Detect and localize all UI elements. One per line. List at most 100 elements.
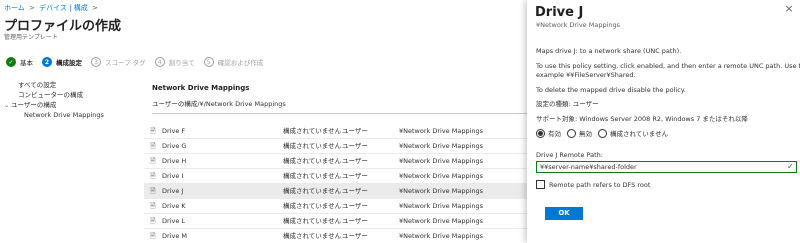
table-row[interactable]: 🗎 Drive H 構成されていません ユーザー ¥Network Drive Mapp… — [144, 154, 527, 169]
table-row[interactable]: 🗎 Drive F 構成されていません ユーザー ¥Network Drive Mapp… — [144, 124, 527, 139]
setting-path: ¥Network Drive Mappings — [399, 187, 484, 195]
step-configuration[interactable]: 2 構成設定 — [42, 57, 82, 67]
settings-tree: すべての設定 コンピューターの構成 ⌄ ユーザーの構成 Network Drive… — [4, 80, 104, 120]
setting-scope: ユーザー — [342, 127, 368, 135]
step-complete-icon: ✓ — [6, 57, 16, 67]
setting-scope: ユーザー — [342, 232, 368, 240]
table-row[interactable]: 🗎 Drive J 構成されていません ユーザー ¥Network Drive Mapp… — [144, 184, 527, 199]
supported-on: サポート対象: Windows Server 2008 R2, Windows … — [536, 115, 748, 123]
step-label: 構成設定 — [56, 59, 82, 67]
table-row[interactable]: 🗎 Drive M 構成されていません ユーザー ¥Network Drive Mapp… — [144, 229, 527, 243]
step-basics[interactable]: ✓ 基本 — [6, 57, 33, 67]
step-assignments[interactable]: 4 割り当て — [154, 57, 195, 67]
document-icon: 🗎 — [150, 142, 156, 150]
setting-state: 構成されていません — [283, 172, 342, 180]
tree-item-network-drive[interactable]: Network Drive Mappings — [4, 110, 104, 120]
radio-label: 構成されていません — [610, 130, 669, 138]
pane-description: To use this policy setting, click enable… — [536, 62, 800, 70]
page-subtitle: 管理用テンプレート — [4, 34, 58, 41]
setting-name: Drive K — [162, 202, 186, 210]
setting-name: Drive G — [162, 142, 187, 150]
document-icon: 🗎 — [150, 127, 156, 135]
radio-enabled[interactable]: 有効 — [536, 128, 561, 138]
checkmark-icon: ✓ — [787, 162, 794, 171]
radio-label: 有効 — [548, 130, 561, 138]
section-title: Network Drive Mappings — [152, 84, 250, 92]
pane-subtitle: ¥Network Drive Mappings — [536, 21, 621, 29]
step-label: スコープ タグ — [105, 59, 146, 67]
breadcrumb-home[interactable]: ホーム — [4, 4, 25, 12]
setting-state: 構成されていません — [283, 217, 342, 225]
step-number: 4 — [154, 57, 165, 67]
tree-item-user-config[interactable]: ⌄ ユーザーの構成 — [4, 100, 104, 110]
setting-state: 構成されていません — [283, 157, 342, 165]
radio-disabled[interactable]: 無効 — [567, 128, 592, 138]
remote-path-label: Drive J Remote Path: — [536, 151, 603, 159]
setting-state: 構成されていません — [283, 127, 342, 135]
setting-state: 構成されていません — [283, 142, 342, 150]
document-icon: 🗎 — [150, 187, 156, 195]
table-row[interactable]: 🗎 Drive G 構成されていません ユーザー ¥Network Drive Mapp… — [144, 139, 527, 154]
setting-path: ¥Network Drive Mappings — [399, 127, 484, 135]
pane-description: Maps drive J: to a network share (UNC pa… — [536, 47, 682, 55]
step-review-create[interactable]: 5 確認および作成 — [203, 57, 264, 67]
setting-type: 設定の種類: ユーザー — [536, 100, 599, 108]
setting-name: Drive I — [162, 172, 184, 180]
step-number: 3 — [91, 57, 101, 67]
breadcrumb-devices[interactable]: デバイス | 構成 — [39, 4, 88, 12]
setting-name: Drive H — [162, 157, 187, 165]
breadcrumb: ホーム > デバイス | 構成 > — [4, 3, 100, 13]
setting-name: Drive J — [162, 187, 184, 195]
radio-unselected-icon[interactable] — [567, 128, 576, 138]
tree-item-all-settings[interactable]: すべての設定 — [4, 80, 104, 90]
section-path: ユーザーの構成/¥/Network Drive Mappings — [152, 100, 286, 108]
table-row[interactable]: 🗎 Drive K 構成されていません ユーザー ¥Network Drive Mapp… — [144, 199, 527, 214]
state-radio-group: 有効 無効 構成されていません — [536, 128, 674, 138]
setting-path: ¥Network Drive Mappings — [399, 142, 484, 150]
document-icon: 🗎 — [150, 202, 156, 210]
step-label: 割り当て — [168, 59, 195, 67]
setting-scope: ユーザー — [342, 217, 368, 225]
pane-description: example ¥¥FileServer¥Shared. — [536, 71, 636, 79]
setting-scope: ユーザー — [342, 142, 368, 150]
step-label: 基本 — [20, 59, 33, 67]
dfs-root-option[interactable]: Remote path refers to DFS root — [536, 180, 650, 189]
document-icon: 🗎 — [150, 217, 156, 225]
setting-path: ¥Network Drive Mappings — [399, 157, 484, 165]
setting-detail-pane: Drive J ¥Network Drive Mappings × Maps d… — [527, 0, 800, 243]
setting-name: Drive L — [162, 217, 186, 225]
document-icon: 🗎 — [150, 232, 156, 240]
step-scope-tags[interactable]: 3 スコープ タグ — [91, 57, 146, 67]
radio-selected-icon[interactable] — [536, 128, 545, 138]
chevron-down-icon[interactable]: ⌄ — [4, 100, 11, 110]
table-row[interactable]: 🗎 Drive L 構成されていません ユーザー ¥Network Drive Mapp… — [144, 214, 527, 229]
setting-scope: ユーザー — [342, 172, 368, 180]
setting-path: ¥Network Drive Mappings — [399, 202, 484, 210]
setting-name: Drive M — [162, 232, 188, 240]
step-number: 5 — [203, 57, 214, 67]
checkbox-label: Remote path refers to DFS root — [549, 180, 651, 189]
setting-path: ¥Network Drive Mappings — [399, 232, 484, 240]
profile-create-page: ホーム > デバイス | 構成 > プロファイルの作成 管理用テンプレート ✓ … — [0, 0, 527, 243]
pane-title: Drive J — [535, 5, 584, 20]
remote-path-input[interactable] — [536, 161, 797, 173]
radio-unselected-icon[interactable] — [598, 128, 607, 138]
radio-label: 無効 — [579, 130, 592, 138]
dfs-root-checkbox[interactable] — [536, 180, 545, 189]
pane-description: To delete the mapped drive disable the p… — [536, 86, 686, 94]
step-number: 2 — [42, 57, 52, 67]
table-row[interactable]: 🗎 Drive I 構成されていません ユーザー ¥Network Drive Mapp… — [144, 169, 527, 184]
tree-item-computer-config[interactable]: コンピューターの構成 — [4, 90, 104, 100]
tree-item-label: ユーザーの構成 — [11, 101, 57, 109]
step-label: 確認および作成 — [217, 59, 264, 67]
ok-button[interactable]: OK — [545, 207, 583, 220]
wizard-steps: ✓ 基本 2 構成設定 3 スコープ タグ 4 割り当て 5 確認および作成 — [6, 56, 272, 68]
setting-state: 構成されていません — [283, 232, 342, 240]
setting-path: ¥Network Drive Mappings — [399, 172, 484, 180]
setting-state: 構成されていません — [283, 187, 342, 195]
document-icon: 🗎 — [150, 172, 156, 180]
radio-not-configured[interactable]: 構成されていません — [598, 128, 668, 138]
close-icon[interactable]: × — [782, 2, 796, 16]
setting-scope: ユーザー — [342, 202, 368, 210]
settings-table: 🗎 Drive F 構成されていません ユーザー ¥Network Drive Mapp… — [144, 124, 527, 243]
